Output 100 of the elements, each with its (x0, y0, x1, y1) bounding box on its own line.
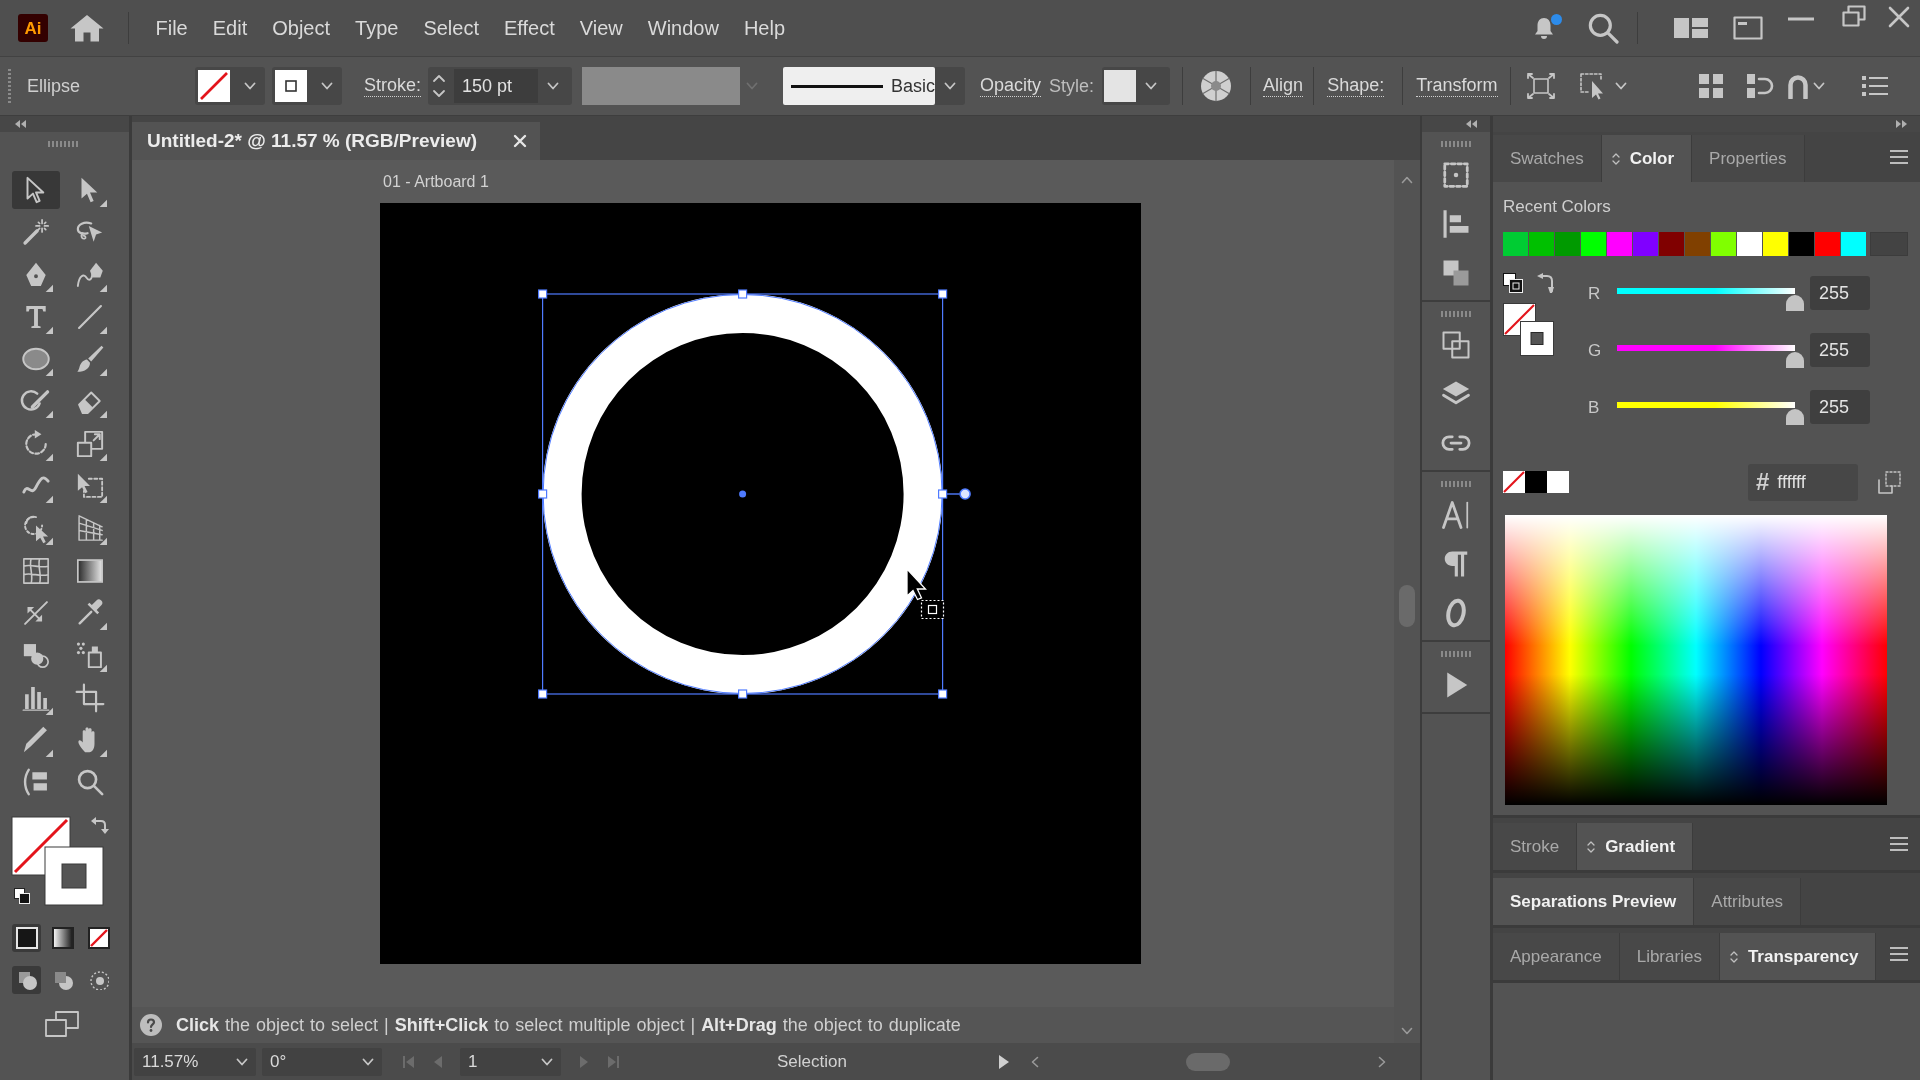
swatch-icon[interactable] (1529, 232, 1554, 256)
home-icon[interactable] (70, 14, 104, 42)
swatch-icon[interactable] (1555, 232, 1580, 256)
restore-icon[interactable] (1842, 5, 1866, 27)
search-icon[interactable] (1587, 12, 1619, 44)
caret-icon[interactable] (541, 1057, 553, 1066)
value-field[interactable]: 255 (1810, 390, 1870, 424)
stroke-dropdown[interactable] (272, 67, 342, 105)
fill-dropdown[interactable] (195, 67, 265, 105)
up-down-chevron-icon[interactable] (1587, 839, 1596, 854)
panel-tab[interactable]: Appearance (1493, 933, 1620, 980)
fill-swatch-icon[interactable] (198, 70, 230, 102)
caret-icon[interactable] (1812, 82, 1825, 90)
swatch-icon[interactable] (1547, 471, 1569, 493)
menu-item[interactable]: Help (731, 14, 798, 42)
scroll-up-icon[interactable] (1401, 176, 1413, 184)
play-icon[interactable] (998, 1054, 1009, 1069)
value-field[interactable]: 255 (1810, 276, 1870, 310)
panel-tab[interactable]: Stroke (1493, 823, 1578, 870)
panel-tab[interactable]: Gradient (1577, 823, 1694, 870)
zoom-dropdown[interactable]: 11.57% (134, 1047, 256, 1076)
swatch-icon[interactable] (1525, 471, 1547, 493)
panel-tab[interactable]: Swatches (1493, 135, 1602, 182)
swatch-icon[interactable] (1737, 232, 1762, 256)
scroll-left-icon[interactable] (1030, 1055, 1039, 1068)
grip-icon[interactable] (1441, 311, 1471, 317)
swatch-icon[interactable] (1763, 232, 1788, 256)
swatch-icon[interactable] (1659, 232, 1684, 256)
menu-item[interactable]: Window (635, 14, 732, 42)
layout-icon[interactable] (1674, 16, 1708, 40)
caret-icon[interactable] (321, 82, 333, 90)
swap-arrow-icon[interactable] (1537, 273, 1554, 293)
hex-field[interactable]: # ffffff (1748, 463, 1858, 501)
color-spectrum[interactable] (1505, 515, 1887, 805)
menu-item[interactable]: File (143, 14, 201, 42)
slider-thumb[interactable] (1786, 295, 1804, 311)
resize-handle[interactable] (938, 689, 948, 699)
dashed-frame-icon[interactable] (1441, 160, 1471, 190)
style-swatch-icon[interactable] (1104, 70, 1137, 102)
panel-link[interactable]: Align (1263, 75, 1304, 97)
caret-icon[interactable] (244, 82, 256, 90)
frame-arrows-icon[interactable] (1525, 72, 1556, 100)
stroke-swatch-icon[interactable] (1520, 321, 1554, 356)
style-dropdown[interactable] (1102, 67, 1171, 105)
menu-item[interactable]: Type (342, 14, 411, 42)
up-down-chevron-icon[interactable] (1729, 949, 1738, 964)
menu-item[interactable]: View (567, 14, 636, 42)
artboard-dropdown[interactable]: 1 (460, 1047, 561, 1076)
draw-normal-button[interactable] (12, 966, 41, 995)
menu-icon[interactable] (1890, 947, 1908, 961)
default-colors-icon[interactable] (14, 888, 30, 905)
stroke-swatch-icon[interactable] (275, 70, 307, 102)
new-swatch-icon[interactable] (1877, 469, 1902, 495)
list-icon[interactable] (1861, 75, 1888, 97)
resize-handle[interactable] (938, 489, 948, 499)
grip-icon[interactable] (8, 69, 11, 103)
swatch-icon[interactable] (1581, 232, 1606, 256)
align-icon[interactable] (1441, 209, 1471, 239)
panel-tab[interactable]: Libraries (1619, 933, 1720, 980)
stroke-weight-field[interactable]: 150 pt (454, 69, 539, 103)
letter-a-icon[interactable] (1441, 500, 1471, 530)
menu-item[interactable]: Select (410, 14, 492, 42)
slider-thumb[interactable] (1786, 409, 1804, 425)
menu-icon[interactable] (1890, 837, 1908, 851)
color-fill-button[interactable] (12, 924, 41, 953)
brush-dropdown[interactable]: Basic (783, 67, 966, 105)
caret-icon[interactable] (1614, 82, 1627, 90)
scroll-down-icon[interactable] (1401, 1027, 1413, 1035)
swatch-icon[interactable] (1815, 232, 1840, 256)
close-icon[interactable] (513, 134, 527, 148)
resize-handle[interactable] (738, 689, 748, 699)
collapse-icon[interactable] (1466, 120, 1478, 128)
swatch-icon[interactable] (1711, 232, 1736, 256)
caret-icon[interactable] (1145, 82, 1158, 90)
panel-tab[interactable]: Transparency (1719, 933, 1877, 980)
none-swatch-icon[interactable] (1503, 471, 1525, 493)
panel-tab[interactable]: Attributes (1694, 878, 1802, 925)
menu-item[interactable]: Effect (491, 14, 568, 42)
grip-icon[interactable] (1441, 141, 1471, 147)
selection-tool[interactable] (12, 171, 60, 209)
stroke-swatch-icon[interactable] (44, 846, 104, 906)
scrollbar-thumb[interactable] (1185, 1052, 1230, 1071)
swatch-icon[interactable] (1789, 232, 1814, 256)
swatch-icon[interactable] (1607, 232, 1632, 256)
swatch-icon[interactable] (1633, 232, 1658, 256)
panel-tab[interactable]: Properties (1692, 135, 1805, 182)
resize-handle[interactable] (738, 289, 748, 299)
swatch-icon[interactable] (1685, 232, 1710, 256)
menu-item[interactable]: Edit (200, 14, 260, 42)
panel-link[interactable]: Transform (1416, 75, 1498, 97)
pie-widget-handle[interactable] (945, 488, 971, 500)
resize-handle[interactable] (538, 289, 548, 299)
stroke-link[interactable]: Stroke: (364, 75, 422, 97)
panel-tab[interactable]: Color (1601, 135, 1693, 182)
menu-icon[interactable] (1890, 150, 1908, 164)
bell-icon[interactable] (1532, 14, 1562, 42)
panel-link[interactable]: Shape: (1327, 75, 1385, 97)
stepper-arrows-icon[interactable] (432, 73, 447, 99)
scroll-right-icon[interactable] (1377, 1055, 1386, 1068)
opacity-link[interactable]: Opacity (980, 75, 1042, 97)
